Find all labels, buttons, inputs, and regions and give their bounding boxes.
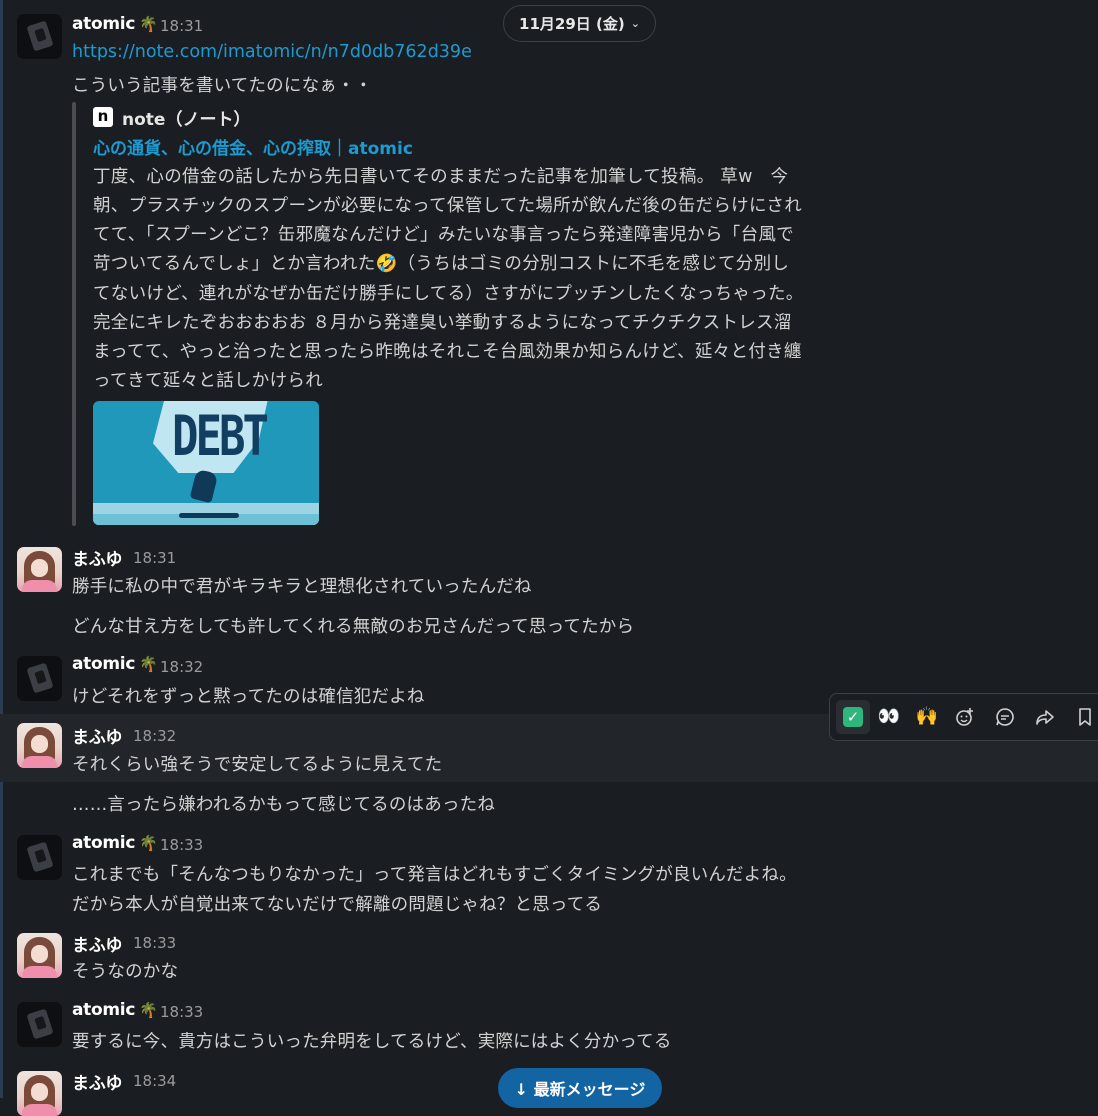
avatar[interactable] [17,1002,62,1047]
jump-to-latest-button[interactable]: ↓ 最新メッセージ [498,1068,662,1108]
unfurl-description-line: てて、「スプーンどこ？缶邪魔なんだけど」みたいな事言ったら発達障害児から「台風で [93,225,794,245]
timestamp[interactable]: 18:31 [133,549,176,567]
message-atomic-1833: atomic 🌴 18:33 これまでも「そんなつもりなかった」って発言はどれもす… [0,833,1098,915]
unfurl-bar [72,102,76,526]
timestamp[interactable]: 18:33 [133,934,176,952]
message-text: こういう記事を書いてたのになぁ・・ [72,76,373,96]
avatar[interactable] [17,835,62,880]
reply-in-thread-icon[interactable] [988,700,1022,734]
unfurl-thumbnail[interactable]: DEBT [93,401,319,525]
unfurl-description-line: てないけど、連れがなぜか缶だけ勝手にしてる）さすがにプッチンしたくなっちゃった。 [93,284,804,304]
message-text: 要するに今、貴方はこういった弁明をしてるけど、実際にはよく分かってる [72,1032,672,1052]
timestamp[interactable]: 18:34 [133,1072,176,1090]
message-text: けどそれをずっと黙ってたのは確信犯だよね [72,687,425,707]
unfurl-site-name: note（ノート） [122,110,251,130]
thumbnail-text: DEBT [172,405,269,469]
timestamp[interactable]: 18:33 [160,836,203,854]
palm-status-emoji: 🌴 [139,15,158,33]
unfurl-description-line: 苛ついてるんでしょ」とか言われた🤣（うちはゴミの分別コストに不毛を感じて分別し [93,254,790,274]
palm-status-emoji: 🌴 [139,1001,158,1019]
author-name[interactable]: まふゆ [72,545,122,570]
message-atomic-1833-b: atomic 🌴 18:33 要するに今、貴方はこういった弁明をしてるけど、実際に… [0,1000,1098,1060]
avatar[interactable] [17,656,62,701]
add-reaction-icon[interactable] [948,700,982,734]
timestamp[interactable]: 18:31 [160,17,203,35]
unfurl-title-link[interactable]: 心の通貨、心の借金、心の搾取｜atomic [93,134,413,159]
message-text: ……言ったら嫌われるかもって感じてるのはあったね [72,795,496,815]
raised-hands-reaction-button[interactable]: 🙌 [910,700,944,734]
message-text: どんな甘え方をしても許してくれる無敵のお兄さんだって思ってたから [72,617,635,637]
message-text: これまでも「そんなつもりなかった」って発言はどれもすごくタイミングが良いんだよね… [72,865,797,885]
chevron-down-icon: ⌄ [630,17,640,30]
date-divider-button[interactable]: 11月29日 (金) ⌄ [503,5,656,42]
palm-status-emoji: 🌴 [139,834,158,852]
author-name[interactable]: まふゆ [72,931,122,956]
avatar[interactable] [17,933,62,978]
note-logo-icon: n [93,107,113,127]
message-mafuyu-1833: まふゆ 18:33 そうなのかな [0,931,1098,991]
avatar[interactable] [17,723,62,768]
avatar[interactable] [17,547,62,592]
message-mafuyu-1831: まふゆ 18:31 勝手に私の中で君がキラキラと理想化されていったんだね どんな… [0,545,1098,645]
unfurl-description-line: 完全にキレたぞおおおおお ８月から発達臭い挙動するようになってチクチクストレス溜 [93,313,792,333]
timestamp[interactable]: 18:32 [160,658,203,676]
check-reaction-button[interactable]: ✓ [836,700,870,734]
message-text: それくらい強そうで安定してるように見えてた [72,755,443,775]
message-link[interactable]: https://note.com/imatomic/n/n7d0db762d39… [72,42,472,62]
message-actions-toolbar: ✓ 👀 🙌 [829,693,1098,741]
author-name[interactable]: atomic 🌴 [72,14,158,34]
author-name[interactable]: まふゆ [72,723,122,748]
avatar[interactable] [17,1071,62,1116]
check-icon: ✓ [843,707,863,727]
author-name[interactable]: atomic 🌴 [72,833,158,853]
message-text: だから本人が自覚出来てないだけで解離の問題じゃね？と思ってる [72,895,603,915]
author-name[interactable]: まふゆ [72,1069,122,1094]
palm-status-emoji: 🌴 [139,655,158,673]
author-name[interactable]: atomic 🌴 [72,654,158,674]
forward-icon[interactable] [1028,700,1062,734]
date-label: 11月29日 (金) [519,15,625,33]
message-text: 勝手に私の中で君がキラキラと理想化されていったんだね [72,577,532,597]
author-name[interactable]: atomic 🌴 [72,1000,158,1020]
message-text: そうなのかな [72,962,179,982]
unfurl-description-line: 朝、プラスチックのスプーンが必要になって保管してた場所が飲んだ後の缶だらけにされ [93,196,803,216]
unfurl-description-line: ってきて延々と話しかけられ [93,371,323,391]
avatar[interactable] [17,14,62,59]
bookmark-icon[interactable] [1068,700,1098,734]
timestamp[interactable]: 18:33 [160,1003,203,1021]
unfurl-description-line: まってて、やっと治ったと思ったら昨晩はそれこそ台風効果か知らんけど、延々と付き纏 [93,342,802,362]
unfurl-description-line: 丁度、心の借金の話したから先日書いてそのままだった記事を加筆して投稿。 草w 今 [93,167,789,187]
timestamp[interactable]: 18:32 [133,727,176,745]
eyes-reaction-button[interactable]: 👀 [872,700,906,734]
